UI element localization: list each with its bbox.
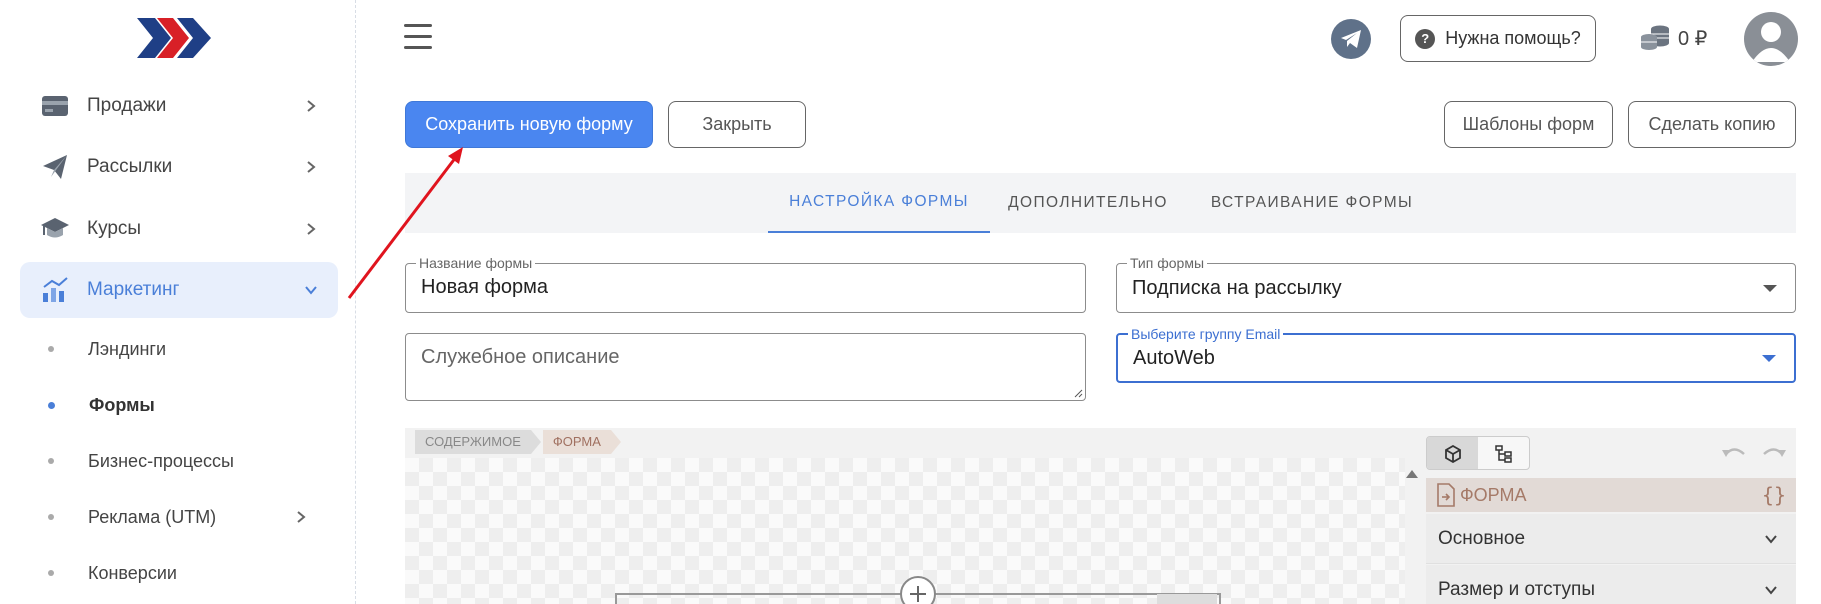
tree-icon[interactable] (1478, 437, 1529, 469)
chevron-right-icon (307, 223, 316, 235)
add-block-button[interactable] (900, 576, 936, 604)
sidebar-subitem-forms[interactable]: Формы (48, 390, 155, 420)
breadcrumb-content[interactable]: СОДЕРЖИМОЕ (415, 430, 541, 454)
form-type-select[interactable]: Тип формы Подписка на рассылку (1116, 255, 1796, 313)
form-name-value: Новая форма (421, 276, 549, 298)
sidebar: Продажи Рассылки Курсы Маркетинг Лэндинг… (0, 0, 356, 604)
sidebar-subitem-conversions[interactable]: Конверсии (48, 558, 177, 588)
chevron-down-icon (305, 286, 317, 295)
balance[interactable]: 0 ₽ (1640, 20, 1707, 56)
sidebar-subitem-label: Реклама (UTM) (88, 506, 217, 527)
form-name-field[interactable]: Название формы Новая форма (405, 255, 1086, 313)
editor-breadcrumb: СОДЕРЖИМОЕ ФОРМА (415, 430, 621, 454)
sidebar-item-label: Маркетинг (87, 279, 180, 300)
graduation-cap-icon (40, 214, 70, 244)
code-braces-icon[interactable]: {} (1762, 483, 1786, 507)
chevron-right-icon (307, 100, 316, 112)
sidebar-item-mailings[interactable]: Рассылки (20, 139, 338, 195)
help-button[interactable]: ? Нужна помощь? (1400, 15, 1596, 62)
sidebar-item-label: Продажи (87, 95, 167, 116)
sidebar-subitem-label: Конверсии (88, 562, 177, 583)
scroll-up-icon[interactable] (1406, 470, 1418, 478)
email-group-value: AutoWeb (1133, 347, 1215, 369)
bullet-icon (48, 401, 55, 409)
sidebar-subitem-label: Лэндинги (88, 338, 167, 359)
sidebar-item-marketing[interactable]: Маркетинг (20, 262, 338, 318)
panel-mode-toggle (1426, 436, 1530, 470)
chevron-down-icon (1765, 534, 1777, 544)
file-icon (1437, 483, 1455, 507)
bullet-icon (48, 570, 54, 576)
field-label: Тип формы (1127, 255, 1208, 271)
panel-section-size[interactable]: Размер и отступы (1426, 565, 1796, 604)
bullet-icon (48, 514, 54, 520)
panel-title-text: ФОРМА (1460, 484, 1527, 505)
sidebar-item-label: Курсы (87, 218, 142, 239)
question-icon: ? (1415, 28, 1436, 49)
panel-section-label: Размер и отступы (1438, 578, 1595, 600)
telegram-icon[interactable] (1331, 19, 1371, 59)
bullet-icon (48, 458, 54, 464)
field-label: Выберите группу Email (1128, 326, 1284, 342)
form-editor: СОДЕРЖИМОЕ ФОРМА ФОРМА {} Основное Разме… (405, 428, 1796, 604)
balance-value: 0 ₽ (1678, 27, 1708, 50)
dropdown-arrow-icon (1763, 285, 1777, 292)
undo-icon[interactable] (1720, 442, 1748, 464)
menu-toggle-icon[interactable] (404, 24, 434, 52)
sidebar-item-courses[interactable]: Курсы (20, 201, 338, 257)
tab-form-settings[interactable]: НАСТРОЙКА ФОРМЫ (768, 173, 990, 233)
save-form-button[interactable]: Сохранить новую форму (405, 101, 653, 148)
close-button[interactable]: Закрыть (668, 101, 806, 148)
sidebar-item-label: Рассылки (87, 156, 173, 177)
app-root: Продажи Рассылки Курсы Маркетинг Лэндинг… (0, 0, 1821, 604)
sidebar-subitem-label: Формы (89, 394, 155, 415)
plus-icon (910, 586, 926, 602)
field-label: Название формы (416, 255, 536, 271)
form-type-value: Подписка на рассылку (1132, 277, 1342, 299)
chevron-right-icon (297, 511, 306, 523)
email-group-select[interactable]: Выберите группу Email AutoWeb (1116, 326, 1796, 383)
avatar[interactable] (1744, 12, 1798, 66)
chevron-down-icon (1765, 585, 1777, 595)
chart-icon (40, 275, 70, 305)
sidebar-item-sales[interactable]: Продажи (20, 78, 338, 134)
description-placeholder: Служебное описание (421, 346, 620, 368)
service-description-textarea[interactable]: Служебное описание (405, 333, 1086, 401)
chevron-right-icon (307, 161, 316, 173)
frame-tools[interactable] (1157, 594, 1217, 604)
panel-section-label: Основное (1438, 527, 1526, 549)
redo-icon[interactable] (1760, 442, 1788, 464)
sidebar-subitem-business-processes[interactable]: Бизнес-процессы (48, 446, 234, 476)
sidebar-subitem-landings[interactable]: Лэндинги (48, 334, 166, 364)
help-button-label: Нужна помощь? (1445, 28, 1581, 48)
logo[interactable] (135, 14, 215, 62)
tab-additional[interactable]: ДОПОЛНИТЕЛЬНО (1003, 173, 1173, 233)
resize-handle-icon[interactable] (1073, 388, 1083, 398)
sidebar-subitem-utm[interactable]: Реклама (UTM) (48, 502, 318, 532)
tabs-bar: НАСТРОЙКА ФОРМЫ ДОПОЛНИТЕЛЬНО ВСТРАИВАНИ… (405, 173, 1796, 233)
form-templates-button[interactable]: Шаблоны форм (1444, 101, 1613, 148)
tab-form-embed[interactable]: ВСТРАИВАНИЕ ФОРМЫ (1204, 173, 1420, 233)
cube-icon[interactable] (1427, 437, 1478, 469)
make-copy-button[interactable]: Сделать копию (1628, 101, 1796, 148)
coins-icon (1641, 25, 1669, 50)
sidebar-subitem-label: Бизнес-процессы (88, 450, 234, 471)
breadcrumb-form[interactable]: ФОРМА (542, 430, 621, 454)
panel-title: ФОРМА {} (1426, 478, 1796, 512)
panel-section-basic[interactable]: Основное (1426, 514, 1796, 564)
credit-card-icon (40, 91, 70, 121)
properties-panel: ФОРМА {} Основное Размер и отступы (1420, 436, 1796, 604)
dropdown-arrow-icon (1762, 355, 1776, 362)
paper-plane-icon (40, 152, 70, 182)
user-icon (1752, 22, 1790, 62)
bullet-icon (48, 346, 54, 352)
